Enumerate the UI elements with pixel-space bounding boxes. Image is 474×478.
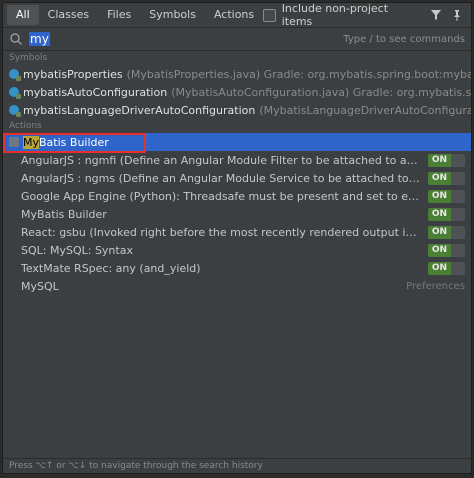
action-label: TextMate RSpec: any (and_yield) <box>21 261 201 275</box>
action-label: MyBatis Builder <box>21 207 107 221</box>
tab-actions[interactable]: Actions <box>205 5 263 25</box>
symbol-name: mybatisAutoConfiguration <box>23 85 168 99</box>
symbol-row[interactable]: mybatisLanguageDriverAutoConfiguration (… <box>3 101 471 119</box>
field-icon <box>9 69 21 81</box>
on-toggle[interactable]: ON <box>427 207 465 221</box>
action-label: AngularJS : ngms (Define an Angular Modu… <box>21 171 420 185</box>
action-item[interactable]: AngularJS : ngms (Define an Angular Modu… <box>3 169 471 187</box>
symbol-detail: (MybatisProperties.java) Gradle: org.myb… <box>126 67 471 81</box>
search-input[interactable]: my <box>29 32 343 46</box>
action-label: Google App Engine (Python): Threadsafe m… <box>21 189 420 203</box>
action-label: MyBatis Builder <box>23 135 465 149</box>
section-actions-header: Actions <box>3 119 471 133</box>
preferences-label: Preferences <box>406 280 465 292</box>
on-toggle[interactable]: ON <box>427 261 465 275</box>
action-item[interactable]: React: gsbu (Invoked right before the mo… <box>3 223 471 241</box>
on-toggle[interactable]: ON <box>427 225 465 239</box>
toggle-knob <box>451 153 465 167</box>
symbol-row[interactable]: mybatisProperties (MybatisProperties.jav… <box>3 65 471 83</box>
toggle-text: ON <box>427 225 451 239</box>
action-label: React: gsbu (Invoked right before the mo… <box>21 225 420 239</box>
action-item[interactable]: TextMate RSpec: any (and_yield) ON <box>3 259 471 277</box>
search-everywhere-popup: All Classes Files Symbols Actions Includ… <box>2 2 472 474</box>
include-non-project-checkbox[interactable] <box>263 8 276 22</box>
action-item-mybatis-builder-selected[interactable]: MyBatis Builder <box>3 133 471 151</box>
symbol-row[interactable]: mybatisAutoConfiguration (MybatisAutoCon… <box>3 83 471 101</box>
action-label: MySQL <box>21 279 59 293</box>
toggle-knob <box>451 243 465 257</box>
toggle-knob <box>451 225 465 239</box>
tab-bar: All Classes Files Symbols Actions Includ… <box>3 3 471 28</box>
toggle-text: ON <box>427 243 451 257</box>
toggle-text: ON <box>427 261 451 275</box>
action-item[interactable]: MyBatis Builder ON <box>3 205 471 223</box>
action-label: SQL: MySQL: Syntax <box>21 243 133 257</box>
toggle-text: ON <box>427 207 451 221</box>
section-symbols-header: Symbols <box>3 51 471 65</box>
toggle-text: ON <box>427 171 451 185</box>
field-icon <box>9 105 21 117</box>
search-query: my <box>29 32 50 46</box>
search-icon <box>10 33 22 45</box>
on-toggle[interactable]: ON <box>427 243 465 257</box>
symbol-detail: (MybatisLanguageDriverAutoConfiguration.… <box>259 103 471 117</box>
action-item[interactable]: AngularJS : ngmfi (Define an Angular Mod… <box>3 151 471 169</box>
search-row: my Type / to see commands <box>3 28 471 51</box>
toggle-knob <box>451 189 465 203</box>
action-icon <box>9 137 19 147</box>
filter-icon[interactable] <box>428 7 443 23</box>
action-item[interactable]: SQL: MySQL: Syntax ON <box>3 241 471 259</box>
action-label: AngularJS : ngmfi (Define an Angular Mod… <box>21 153 420 167</box>
on-toggle[interactable]: ON <box>427 189 465 203</box>
tab-bar-controls: Include non-project items <box>263 2 471 28</box>
toggle-text: ON <box>427 189 451 203</box>
field-icon <box>9 87 21 99</box>
action-item[interactable]: MySQL Preferences <box>3 277 471 295</box>
symbol-name: mybatisLanguageDriverAutoConfiguration <box>23 103 256 117</box>
include-non-project-label: Include non-project items <box>281 2 389 28</box>
symbol-name: mybatisProperties <box>23 67 123 81</box>
search-hint: Type / to see commands <box>343 33 465 45</box>
on-toggle[interactable]: ON <box>427 171 465 185</box>
tab-files[interactable]: Files <box>98 5 140 25</box>
tab-classes[interactable]: Classes <box>39 5 98 25</box>
on-toggle[interactable]: ON <box>427 153 465 167</box>
actions-list: MyBatis Builder AngularJS : ngmfi (Defin… <box>3 133 471 295</box>
pin-icon[interactable] <box>450 7 465 23</box>
toggle-text: ON <box>427 153 451 167</box>
tab-all[interactable]: All <box>7 5 39 25</box>
toggle-knob <box>451 171 465 185</box>
action-item[interactable]: Google App Engine (Python): Threadsafe m… <box>3 187 471 205</box>
toggle-knob <box>451 207 465 221</box>
footer-hint: Press ⌥↑ or ⌥↓ to navigate through the s… <box>3 458 471 473</box>
toggle-knob <box>451 261 465 275</box>
symbol-detail: (MybatisAutoConfiguration.java) Gradle: … <box>171 85 471 99</box>
action-label-rest: Batis Builder <box>39 135 109 149</box>
tab-symbols[interactable]: Symbols <box>140 5 205 25</box>
match-highlight: My <box>23 135 40 149</box>
